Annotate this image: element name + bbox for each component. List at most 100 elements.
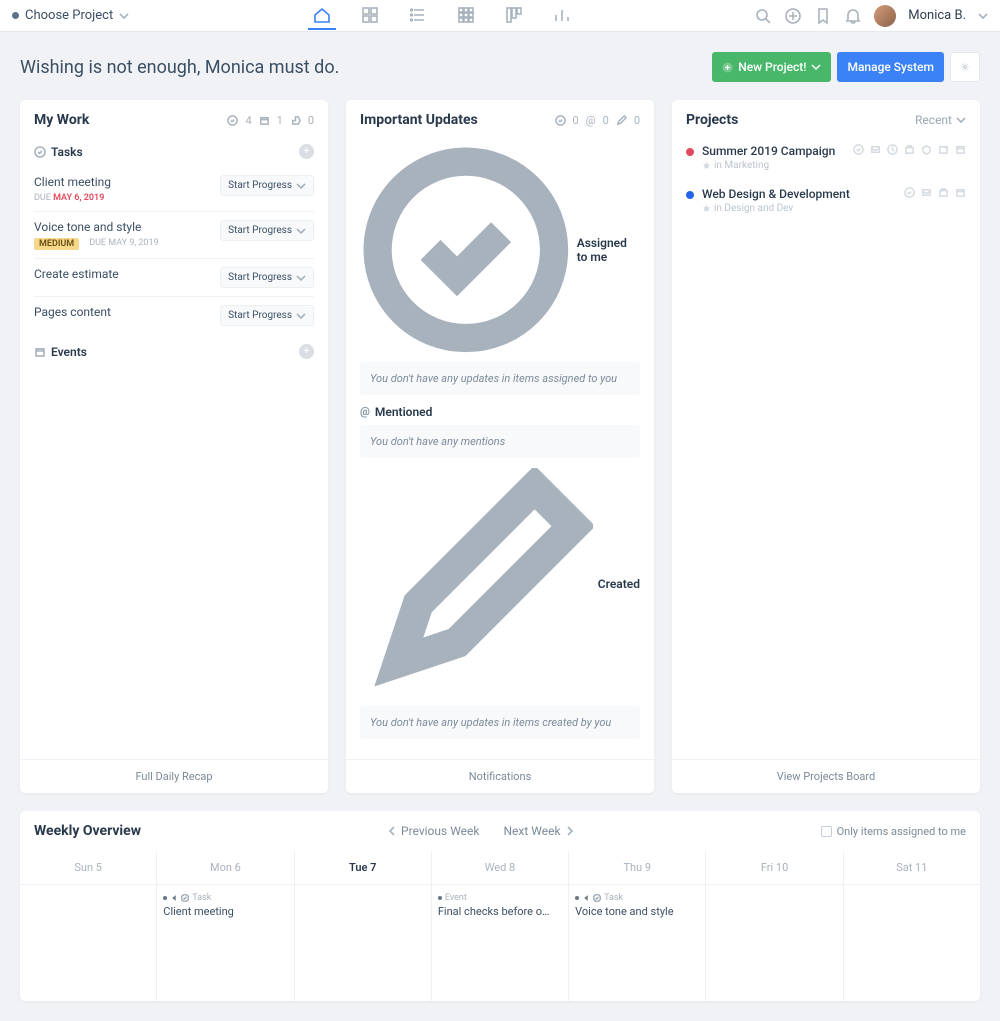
- user-menu-chevron-icon[interactable]: [978, 11, 988, 21]
- greeting: Wishing is not enough, Monica must do.: [20, 57, 339, 78]
- project-chooser[interactable]: Choose Project: [12, 8, 129, 23]
- overview-filter[interactable]: Only items assigned to me: [821, 825, 966, 838]
- tasks-section-head[interactable]: Tasks +: [34, 144, 314, 159]
- project-item[interactable]: Summer 2019 Campaign in Marketing: [686, 138, 966, 181]
- task-name: Pages content: [34, 305, 220, 319]
- project-dot-icon: [12, 12, 19, 19]
- view-board[interactable]: [356, 2, 384, 30]
- card-header: Projects Recent: [672, 100, 980, 138]
- view-list[interactable]: [404, 2, 432, 30]
- filter-label: Only items assigned to me: [837, 825, 966, 838]
- overview-nav: Previous Week Next Week: [387, 824, 575, 838]
- calendar-icon: [34, 346, 46, 358]
- calendar-item[interactable]: TaskVoice tone and style: [575, 893, 699, 918]
- card-title: Projects: [686, 112, 738, 128]
- update-section: Assigned to meYou don't have any updates…: [360, 144, 640, 395]
- card-title: My Work: [34, 112, 89, 128]
- calendar-icon: [259, 115, 270, 126]
- events-label: Events: [51, 345, 87, 359]
- day-column: Sun 5: [20, 851, 157, 1001]
- card-header: Important Updates 0 @0 0: [346, 100, 654, 138]
- plus-circle-icon[interactable]: [784, 7, 802, 25]
- at-icon: @: [586, 114, 596, 127]
- check-circle-icon: [34, 146, 46, 158]
- day-column: Fri 10: [706, 851, 843, 1001]
- day-body: [844, 885, 980, 901]
- content: Wishing is not enough, Monica must do. N…: [0, 32, 1000, 1021]
- pencil-icon: [616, 115, 627, 126]
- view-home[interactable]: [308, 2, 336, 30]
- start-progress-button[interactable]: Start Progress: [220, 220, 314, 241]
- grid-3x3-icon: [457, 6, 475, 24]
- view-projects-link[interactable]: View Projects Board: [672, 759, 980, 793]
- header-row: Wishing is not enough, Monica must do. N…: [20, 52, 980, 82]
- project-name: Summer 2019 Campaign: [702, 144, 835, 158]
- project-name: Web Design & Development: [702, 187, 850, 201]
- chevron-down-icon: [296, 181, 306, 191]
- settings-button[interactable]: [950, 52, 980, 82]
- new-project-button[interactable]: New Project!: [712, 52, 831, 82]
- update-head[interactable]: @Mentioned: [360, 405, 640, 419]
- star-icon: [702, 204, 711, 213]
- view-kanban[interactable]: [500, 2, 528, 30]
- calendar-item[interactable]: EventFinal checks before o…: [438, 893, 562, 918]
- task-item[interactable]: Client meetingDUE MAY 6, 2019Start Progr…: [34, 167, 314, 211]
- new-project-label: New Project!: [738, 60, 806, 74]
- add-task-button[interactable]: +: [299, 144, 314, 159]
- avatar[interactable]: [874, 5, 896, 27]
- projects-sort[interactable]: Recent: [915, 113, 966, 127]
- full-recap-link[interactable]: Full Daily Recap: [20, 759, 328, 793]
- project-color-dot: [686, 191, 694, 199]
- my-work-card: My Work 4 1 0 Tasks + Client meetingDUE …: [20, 100, 328, 793]
- day-column: Tue 7: [295, 851, 432, 1001]
- empty-message: You don't have any mentions: [360, 425, 640, 458]
- arrow-left-icon: [170, 894, 178, 902]
- day-column: Sat 11: [844, 851, 980, 1001]
- update-section: @Mentioned You don't have any mentions: [360, 405, 640, 458]
- day-header: Sat 11: [844, 851, 980, 885]
- notifications-link[interactable]: Notifications: [346, 759, 654, 793]
- day-header: Sun 5: [20, 851, 156, 885]
- check-circle-icon: [227, 115, 238, 126]
- update-head[interactable]: Assigned to me: [360, 144, 640, 356]
- day-body: EventFinal checks before o…: [432, 885, 568, 932]
- card-title: Important Updates: [360, 112, 478, 128]
- overview-header: Weekly Overview Previous Week Next Week …: [20, 811, 980, 851]
- at-icon: @: [360, 405, 370, 418]
- task-item[interactable]: Pages contentStart Progress: [34, 296, 314, 334]
- day-body: [295, 885, 431, 901]
- task-item[interactable]: Voice tone and styleMEDIUMDUE MAY 9, 201…: [34, 211, 314, 258]
- bell-icon[interactable]: [844, 7, 862, 25]
- topbar-right: Monica B.: [754, 5, 988, 27]
- calendar-item[interactable]: TaskClient meeting: [163, 893, 287, 918]
- start-progress-button[interactable]: Start Progress: [220, 267, 314, 288]
- thumb-icon: [290, 115, 301, 126]
- day-header: Fri 10: [706, 851, 842, 885]
- star-icon: [702, 161, 711, 170]
- events-section-head[interactable]: Events +: [34, 344, 314, 359]
- project-item[interactable]: Web Design & Development in Design and D…: [686, 181, 966, 224]
- day-header: Tue 7: [295, 851, 431, 885]
- checkbox-icon: [821, 826, 832, 837]
- next-week-button[interactable]: Next Week: [503, 824, 574, 838]
- view-analytics[interactable]: [548, 2, 576, 30]
- start-progress-button[interactable]: Start Progress: [220, 175, 314, 196]
- list-icon: [409, 6, 427, 24]
- task-item[interactable]: Create estimateStart Progress: [34, 258, 314, 296]
- prev-week-button[interactable]: Previous Week: [387, 824, 479, 838]
- bookmark-icon[interactable]: [814, 7, 832, 25]
- search-icon[interactable]: [754, 7, 772, 25]
- plus-icon: [722, 62, 733, 73]
- chevron-down-icon: [119, 11, 129, 21]
- manage-system-label: Manage System: [847, 60, 934, 74]
- add-event-button[interactable]: +: [299, 344, 314, 359]
- project-chooser-label: Choose Project: [25, 8, 113, 23]
- manage-system-button[interactable]: Manage System: [837, 52, 944, 82]
- view-switcher: [308, 2, 576, 30]
- projects-card: Projects Recent Summer 2019 Campaign in …: [672, 100, 980, 793]
- start-progress-button[interactable]: Start Progress: [220, 305, 314, 326]
- my-work-stats: 4 1 0: [227, 114, 314, 127]
- update-head[interactable]: Created: [360, 468, 640, 701]
- view-grid[interactable]: [452, 2, 480, 30]
- chevron-right-icon: [565, 826, 575, 836]
